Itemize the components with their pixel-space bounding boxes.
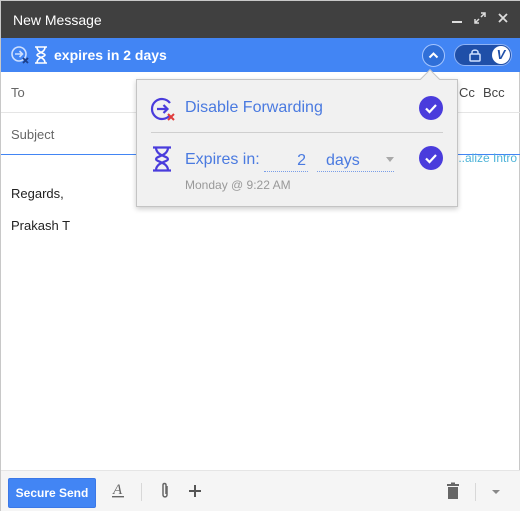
- plus-icon[interactable]: [188, 482, 202, 503]
- expiry-unit-select[interactable]: days: [317, 150, 394, 172]
- bcc-link[interactable]: Bcc: [483, 85, 505, 100]
- compose-window: New Message expires in 2 days V To Cc Bc…: [0, 0, 520, 511]
- popover-divider: [151, 132, 443, 133]
- v-logo-icon: V: [492, 46, 510, 64]
- lock-icon: [469, 48, 481, 65]
- secure-toggle[interactable]: V: [454, 44, 512, 66]
- expiry-check[interactable]: [419, 146, 443, 170]
- paperclip-icon[interactable]: [158, 482, 172, 503]
- caret-down-icon: [386, 157, 394, 162]
- to-label: To: [11, 85, 25, 100]
- chevron-up-icon[interactable]: [422, 44, 445, 67]
- format-text-icon[interactable]: A: [111, 481, 125, 502]
- forward-block-icon: [150, 96, 176, 125]
- toolbar-divider: [475, 483, 476, 501]
- expiry-unit-value: days: [326, 152, 360, 169]
- body-line: Prakash T: [11, 218, 71, 233]
- forward-block-icon: [11, 46, 29, 67]
- compose-toolbar: Secure Send A: [1, 470, 520, 511]
- toolbar-divider: [141, 483, 142, 501]
- expiry-banner: expires in 2 days V: [1, 38, 520, 72]
- svg-text:A: A: [112, 482, 123, 498]
- trash-icon[interactable]: [446, 482, 460, 503]
- expiry-options-popover: Disable Forwarding Expires in: days Mond…: [136, 69, 458, 207]
- minimize-icon[interactable]: [448, 10, 466, 28]
- title-bar: New Message: [1, 1, 520, 38]
- disable-forwarding-check[interactable]: [419, 96, 443, 120]
- expires-text: expires in 2 days: [54, 47, 167, 63]
- expires-in-label: Expires in:: [185, 151, 260, 168]
- secure-send-button[interactable]: Secure Send: [8, 478, 96, 508]
- window-title: New Message: [13, 12, 102, 28]
- close-icon[interactable]: [494, 10, 512, 28]
- chevron-down-icon[interactable]: [491, 485, 501, 500]
- hourglass-icon: [152, 146, 172, 175]
- hourglass-icon: [34, 46, 48, 67]
- expiry-amount-input[interactable]: [264, 150, 308, 172]
- subject-label: Subject: [11, 127, 55, 142]
- disable-forwarding-label: Disable Forwarding: [185, 99, 323, 116]
- body-line: Regards,: [11, 186, 64, 201]
- popout-icon[interactable]: [471, 10, 489, 28]
- expiry-time-text: Monday @ 9:22 AM: [185, 178, 291, 192]
- cc-link[interactable]: Cc: [459, 85, 475, 100]
